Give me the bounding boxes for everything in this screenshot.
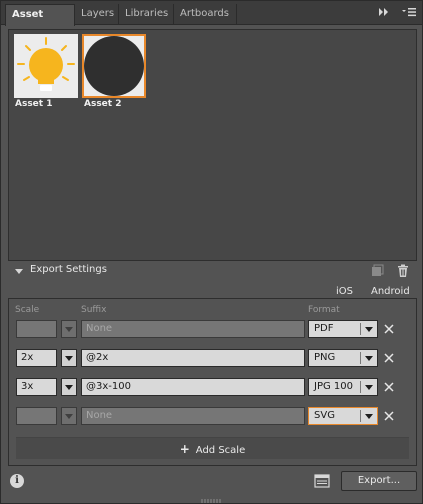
remove-scale-button[interactable] <box>383 323 395 335</box>
resize-grip-icon[interactable] <box>201 495 223 503</box>
scale-input[interactable]: 3x <box>16 378 57 396</box>
close-icon <box>384 324 394 334</box>
format-value: SVG <box>314 410 335 421</box>
scale-dropdown-button[interactable] <box>61 320 77 338</box>
suffix-input[interactable]: None <box>81 320 305 338</box>
format-select[interactable]: JPG 100 <box>308 378 378 396</box>
asset-grid: Asset 1 Asset 2 <box>8 29 417 261</box>
format-select[interactable]: PNG <box>308 349 378 367</box>
close-icon <box>384 382 394 392</box>
asset-thumbnail-2[interactable] <box>82 34 146 98</box>
suffix-input[interactable]: @3x-100 <box>81 378 305 396</box>
new-preset-icon[interactable] <box>370 264 384 278</box>
close-icon <box>384 411 394 421</box>
asset-export-panel: Asset Export Layers Libraries Artboards <box>0 0 423 504</box>
scale-dropdown-button[interactable] <box>61 378 77 396</box>
scale-input[interactable] <box>16 407 57 425</box>
chevron-down-icon <box>365 356 373 361</box>
panel-menu-icon[interactable] <box>401 7 417 21</box>
panel-tab-bar: Asset Export Layers Libraries Artboards <box>1 1 422 40</box>
format-select[interactable]: PDF <box>308 320 378 338</box>
chevron-down-icon <box>365 414 373 419</box>
chevron-down-icon <box>365 327 373 332</box>
scale-dropdown-button[interactable] <box>61 349 77 367</box>
tab-libraries[interactable]: Libraries <box>119 4 174 25</box>
add-scale-label: Add Scale <box>195 445 246 456</box>
tab-artboards[interactable]: Artboards <box>174 4 237 25</box>
preset-android-link[interactable]: Android <box>371 286 410 297</box>
suffix-input[interactable]: None <box>81 407 305 425</box>
format-value: JPG 100 <box>314 381 353 392</box>
export-settings-header[interactable]: Export Settings <box>8 263 417 280</box>
dark-circle-icon <box>84 36 144 96</box>
trash-icon[interactable] <box>396 264 410 278</box>
scale-input[interactable]: 2x <box>16 349 57 367</box>
preset-ios-link[interactable]: iOS <box>336 286 353 297</box>
column-header-format: Format <box>308 305 340 315</box>
export-button[interactable]: Export... <box>341 471 417 491</box>
export-settings-title: Export Settings <box>30 264 107 275</box>
remove-scale-button[interactable] <box>383 410 395 422</box>
format-value: PDF <box>314 323 334 334</box>
light-bulb-icon <box>14 34 78 98</box>
tab-layers[interactable]: Layers <box>75 4 119 25</box>
close-icon <box>384 353 394 363</box>
scale-dropdown-button[interactable] <box>61 407 77 425</box>
chevron-down-icon <box>365 385 373 390</box>
double-chevron-right-icon[interactable] <box>377 7 391 21</box>
collapse-triangle-icon[interactable] <box>15 269 23 274</box>
asset-label-2[interactable]: Asset 2 <box>84 99 121 109</box>
info-icon[interactable]: i <box>10 474 24 488</box>
suffix-input[interactable]: @2x <box>81 349 305 367</box>
add-scale-button[interactable]: + Add Scale <box>16 437 409 459</box>
export-settings-dialog-icon[interactable] <box>314 473 330 489</box>
scale-input[interactable] <box>16 320 57 338</box>
format-select[interactable]: SVG <box>308 407 378 425</box>
column-header-scale: Scale <box>15 305 40 315</box>
remove-scale-button[interactable] <box>383 352 395 364</box>
format-value: PNG <box>314 352 336 363</box>
column-header-suffix: Suffix <box>81 305 107 315</box>
plus-icon: + <box>179 442 190 456</box>
asset-thumbnail-1[interactable] <box>14 34 78 98</box>
asset-label-1[interactable]: Asset 1 <box>15 99 52 109</box>
remove-scale-button[interactable] <box>383 381 395 393</box>
tab-asset-export[interactable]: Asset Export <box>5 4 75 40</box>
scale-settings-table: Scale Suffix Format None PDF 2x @2x PNG <box>8 298 417 466</box>
